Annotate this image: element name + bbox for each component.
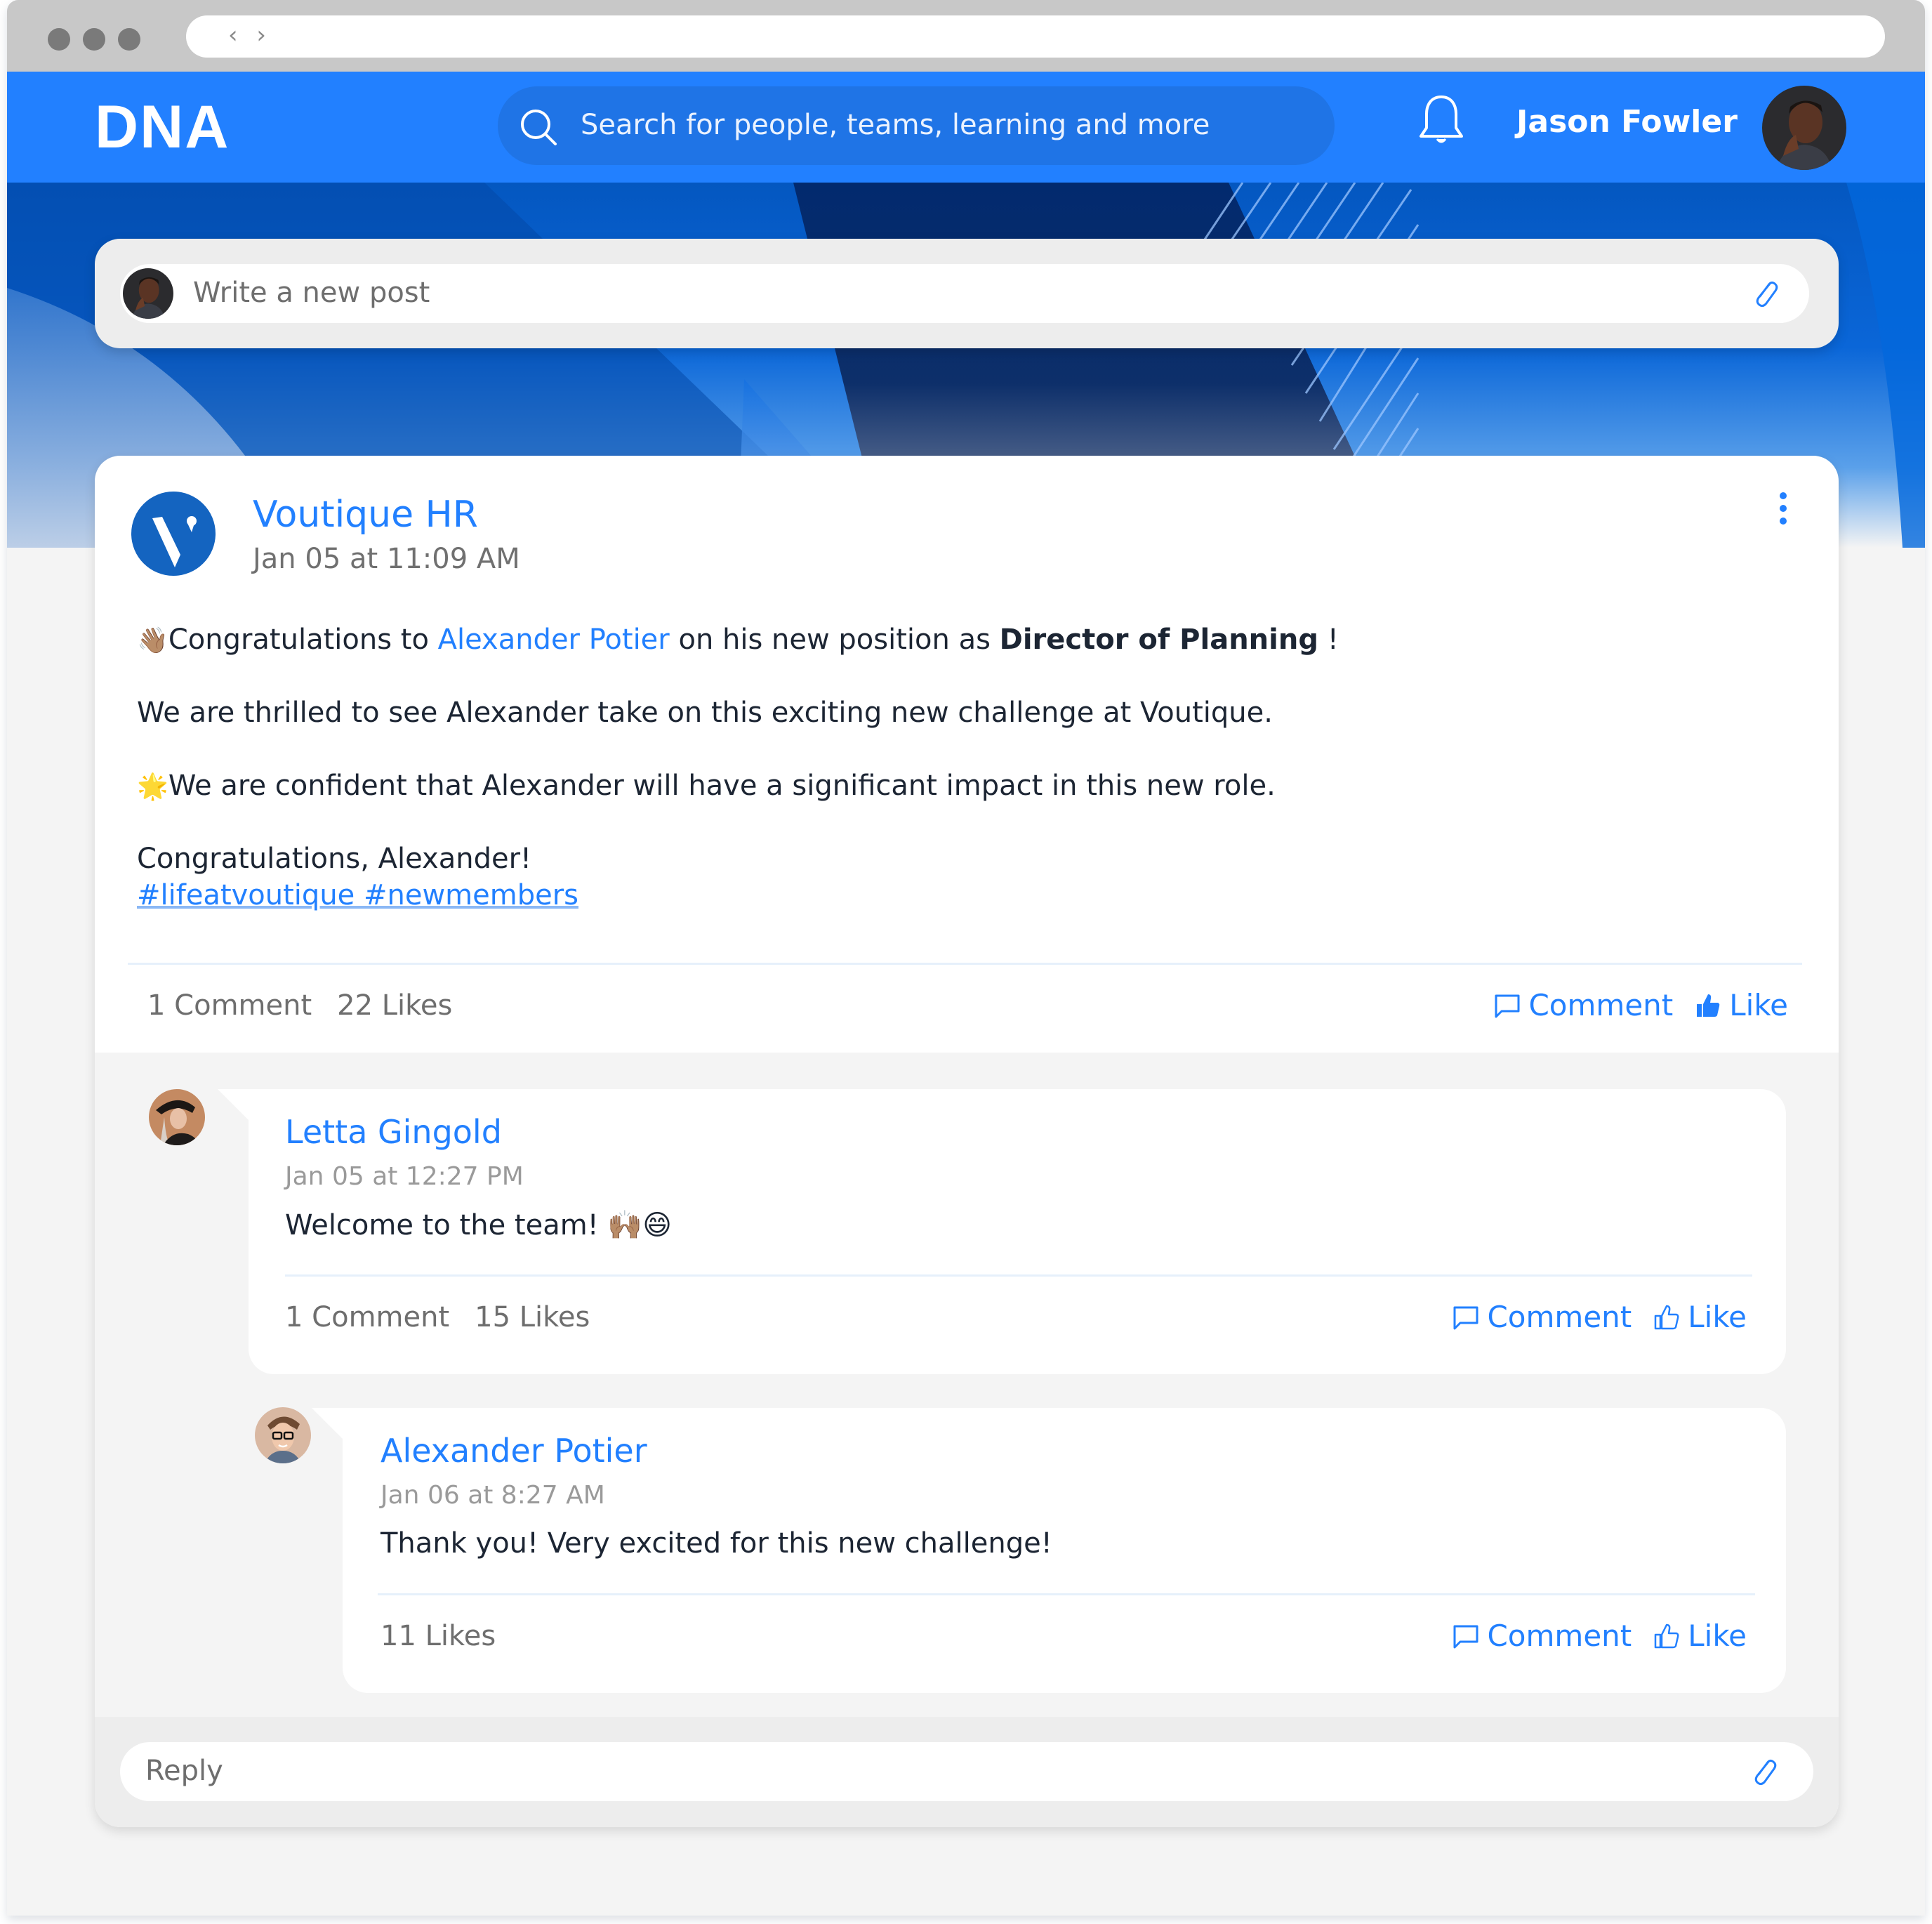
post-line-2: We are thrilled to see Alexander take on… (137, 697, 1273, 729)
new-post-placeholder: Write a new post (193, 277, 430, 309)
reply-section: Reply (95, 1717, 1839, 1827)
attachment-icon[interactable] (1749, 277, 1782, 310)
comment-icon (1453, 1306, 1478, 1329)
commenter-avatar[interactable] (149, 1089, 205, 1145)
comment-author[interactable]: Letta Gingold (285, 1113, 502, 1151)
more-options-icon[interactable] (1773, 492, 1794, 534)
comment-comment-count[interactable]: 1 Comment (285, 1301, 449, 1333)
reply-actions: Comment Like (1431, 1619, 1747, 1653)
reply-text: Thank you! Very excited for this new cha… (381, 1527, 1052, 1560)
post-comment-button[interactable]: Comment (1493, 988, 1673, 1022)
comment-reply-button[interactable]: Comment (1452, 1300, 1632, 1334)
app-logo[interactable]: DNA (95, 93, 230, 162)
post-timestamp: Jan 05 at 11:09 AM (253, 543, 520, 575)
user-avatar[interactable] (1762, 86, 1846, 170)
bubble-tail (218, 1089, 249, 1120)
comment-like-button[interactable]: Like (1653, 1300, 1747, 1334)
post-comment-count[interactable]: 1 Comment (147, 989, 312, 1022)
thumbs-up-outline-icon (1655, 1305, 1679, 1329)
post-line-3: 🌟We are confident that Alexander will ha… (137, 770, 1276, 802)
nav-arrows-icon[interactable]: ‹ › (228, 21, 272, 49)
reply-comment-button[interactable]: Comment (1452, 1619, 1632, 1653)
search-bar[interactable]: Search for people, teams, learning and m… (498, 86, 1335, 165)
reply-author[interactable]: Alexander Potier (381, 1432, 647, 1470)
post-stats: 1 Comment 22 Likes (147, 989, 477, 1022)
comment-divider (285, 1274, 1752, 1277)
reply-like-button[interactable]: Like (1653, 1619, 1747, 1653)
reply-placeholder: Reply (145, 1755, 223, 1787)
reply-divider (378, 1593, 1755, 1595)
comment-text: Welcome to the team! 🙌🏽😄 (285, 1209, 672, 1241)
thumbs-up-outline-icon (1655, 1623, 1679, 1648)
voutique-logo-icon (152, 516, 197, 567)
post-line-1: 👋🏽Congratulations to Alexander Potier on… (137, 624, 1339, 656)
notification-bell-icon[interactable] (1417, 93, 1466, 149)
post-like-count[interactable]: 22 Likes (337, 989, 452, 1022)
comment-icon (1453, 1625, 1478, 1648)
reply-input[interactable]: Reply (120, 1742, 1813, 1801)
comment-actions: Comment Like (1431, 1300, 1747, 1334)
browser-window: ‹ › DNA Search for people, teams, learni… (7, 0, 1925, 1916)
post-line-4: Congratulations, Alexander! (137, 843, 532, 875)
thumbs-up-filled-icon (1697, 994, 1720, 1017)
new-post-input[interactable]: Write a new post (120, 264, 1809, 323)
post-card: Voutique HR Jan 05 at 11:09 AM 👋🏽Congrat… (95, 456, 1839, 1827)
attachment-icon[interactable] (1747, 1755, 1781, 1788)
hashtag-links[interactable]: #lifeatvoutique #newmembers (137, 877, 1752, 914)
waving-hand-emoji: 👋🏽 (137, 626, 168, 655)
reply-like-count[interactable]: 11 Likes (381, 1620, 496, 1652)
comment-like-count[interactable]: 15 Likes (475, 1301, 590, 1333)
post-author[interactable]: Voutique HR (253, 494, 478, 536)
reply-timestamp: Jan 06 at 8:27 AM (381, 1481, 605, 1510)
reply-card: Alexander Potier Jan 06 at 8:27 AM Thank… (312, 1408, 1786, 1693)
comment-timestamp: Jan 05 at 12:27 PM (285, 1162, 524, 1191)
post-body: 👋🏽Congratulations to Alexander Potier on… (137, 621, 1752, 914)
window-control-dot[interactable] (48, 28, 70, 51)
user-name[interactable]: Jason Fowler (1516, 104, 1738, 140)
commenter-avatar[interactable] (255, 1407, 311, 1463)
mention-link[interactable]: Alexander Potier (438, 624, 670, 656)
post-like-button[interactable]: Like (1694, 988, 1788, 1022)
browser-chrome: ‹ › (7, 0, 1925, 72)
comments-section: Letta Gingold Jan 05 at 12:27 PM Welcome… (95, 1053, 1839, 1717)
bubble-tail (312, 1408, 343, 1439)
address-bar[interactable]: ‹ › (186, 15, 1885, 58)
company-logo[interactable] (131, 492, 216, 576)
window-control-dot[interactable] (118, 28, 140, 51)
post-divider (128, 963, 1802, 965)
position-title: Director of Planning (999, 624, 1318, 656)
app-header: DNA Search for people, teams, learning a… (7, 72, 1925, 183)
search-icon (521, 110, 557, 145)
new-post-card: Write a new post (95, 239, 1839, 348)
star-emoji: 🌟 (137, 772, 168, 801)
comment-icon (1495, 994, 1520, 1017)
composer-avatar (123, 268, 173, 319)
comment-stats: 1 Comment 15 Likes (285, 1301, 615, 1333)
post-actions: Comment Like (1472, 988, 1788, 1022)
search-placeholder: Search for people, teams, learning and m… (581, 109, 1210, 141)
window-control-dot[interactable] (83, 28, 105, 51)
comment-card: Letta Gingold Jan 05 at 12:27 PM Welcome… (218, 1089, 1786, 1374)
reply-stats: 11 Likes (381, 1620, 521, 1652)
